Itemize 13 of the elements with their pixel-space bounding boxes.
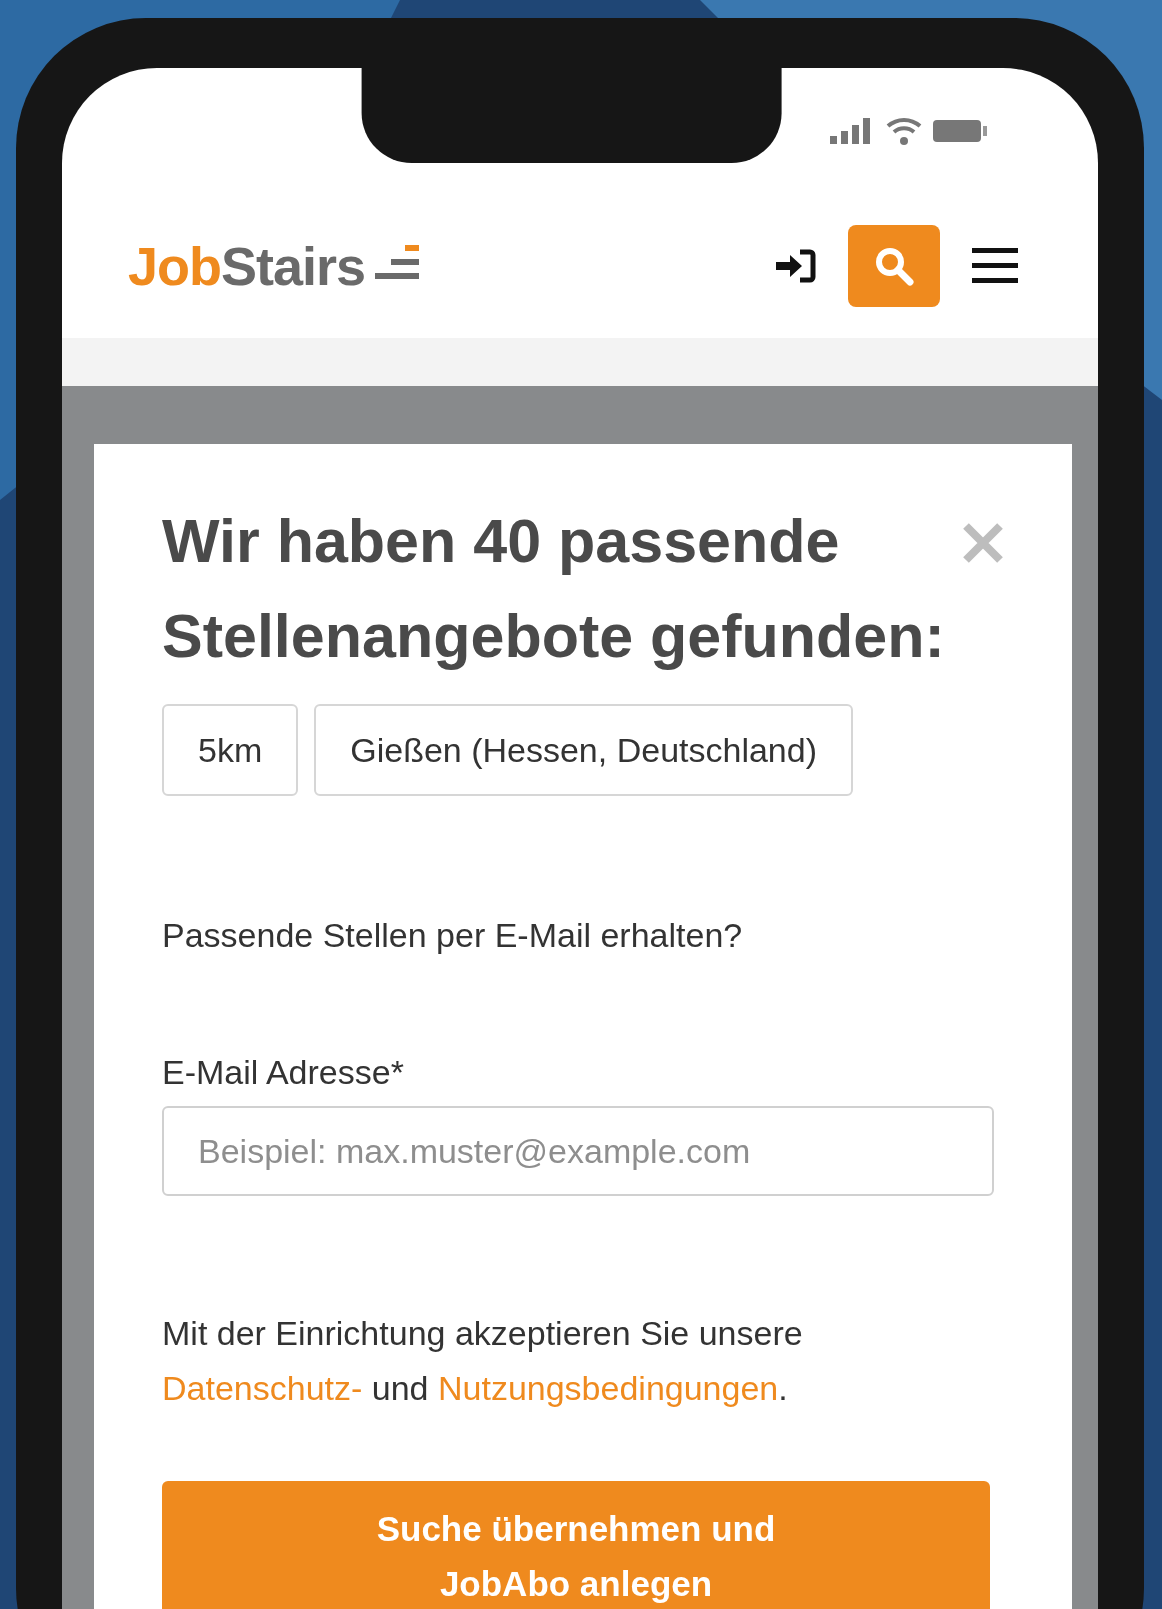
email-field[interactable]: Beispiel: max.muster@example.com (162, 1106, 994, 1196)
search-icon (874, 245, 914, 286)
email-prompt: Passende Stellen per E-Mail erhalten? (162, 916, 744, 955)
menu-icon[interactable] (972, 247, 1018, 284)
email-label: E-Mail Adresse* (162, 1053, 405, 1092)
dialog-title: Wir haben 40 passende Stellenangebote gefunden: (162, 506, 946, 672)
login-icon[interactable] (776, 248, 816, 283)
radius-field[interactable]: 5km (162, 704, 299, 796)
logo[interactable]: JobStairs (128, 234, 422, 297)
location-field[interactable]: Gießen (Hessen, Deutschland) (314, 704, 853, 796)
consent-text: Mit der Einrichtung akzeptieren Sie unsere Datenschutz- und Nutzungsbedingungen. (162, 1313, 804, 1409)
battery-icon (932, 118, 988, 143)
wifi-icon (886, 115, 922, 146)
